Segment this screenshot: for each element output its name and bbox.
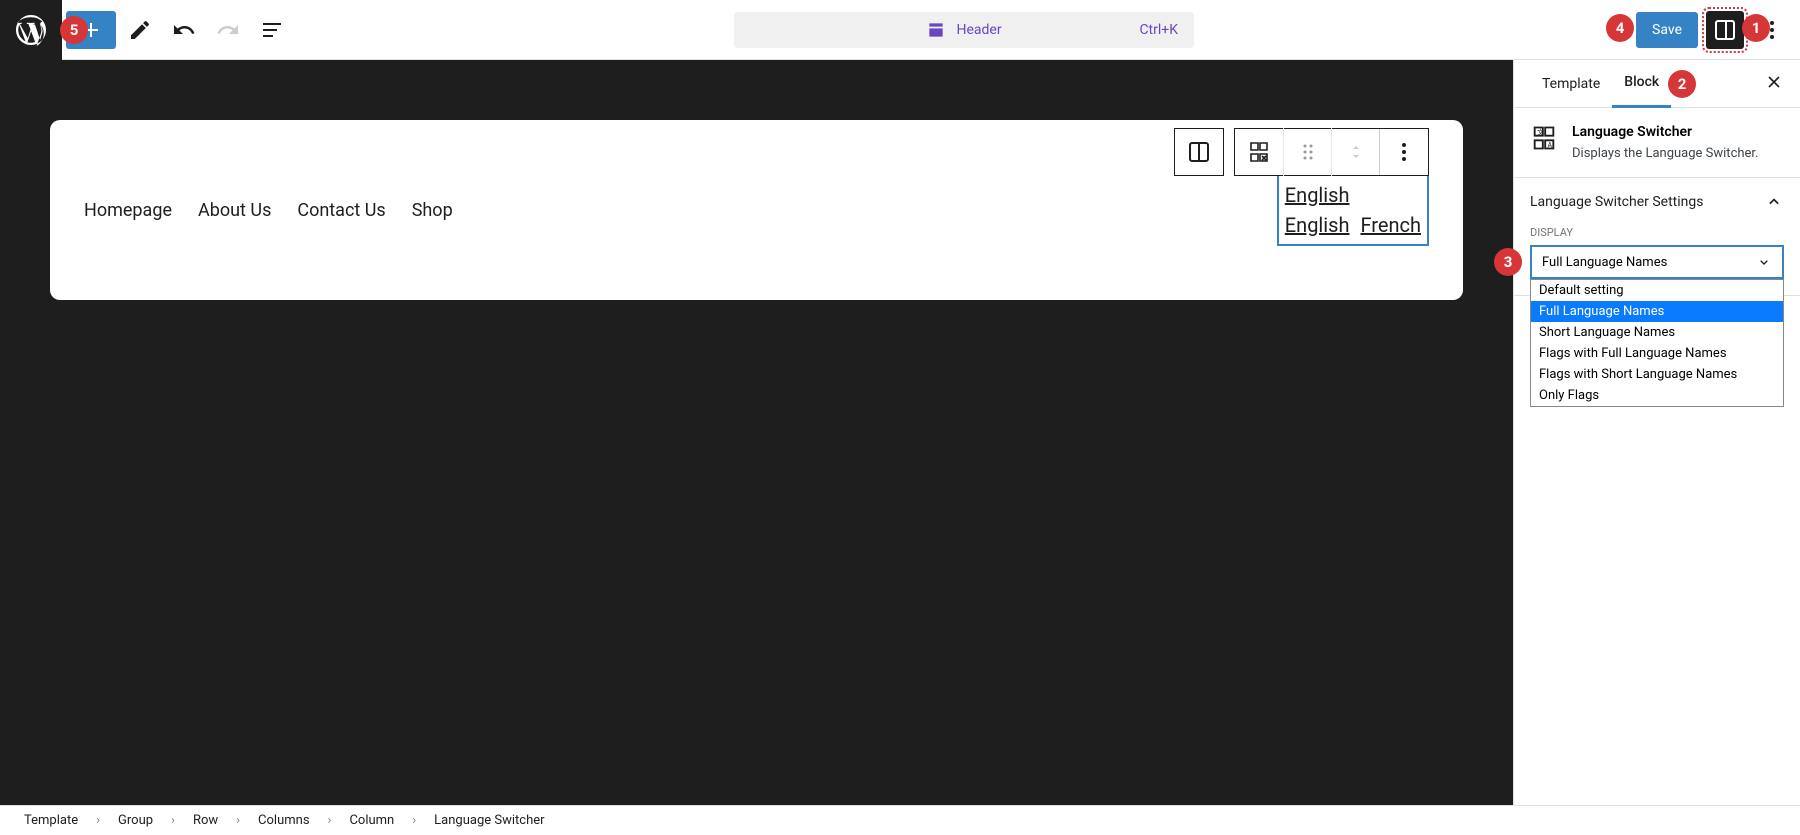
- lang-option[interactable]: French: [1360, 213, 1421, 237]
- block-move-buttons[interactable]: [1331, 128, 1379, 176]
- nav-link[interactable]: Shop: [412, 200, 453, 221]
- callout-3: 3: [1494, 248, 1522, 276]
- tab-block[interactable]: Block: [1612, 60, 1671, 108]
- document-overview-button[interactable]: [252, 10, 292, 50]
- breadcrumb-item[interactable]: Group: [118, 813, 153, 828]
- settings-sidebar: Template Block 2 文A Language Switcher Di…: [1513, 60, 1800, 805]
- breadcrumb-item[interactable]: Columns: [258, 813, 310, 828]
- lang-option[interactable]: English: [1285, 213, 1350, 237]
- header-template-canvas[interactable]: Homepage About Us Contact Us Shop: [50, 120, 1463, 300]
- breadcrumb-item[interactable]: Template: [24, 813, 78, 828]
- undo-button[interactable]: [164, 10, 204, 50]
- language-switcher-block[interactable]: English English French: [1277, 174, 1429, 246]
- panel-body: DISPLAY 3 Full Language Names Default se…: [1514, 226, 1800, 295]
- chevron-up-icon: [1764, 192, 1784, 212]
- lang-option[interactable]: English: [1285, 180, 1350, 210]
- chevron-down-icon: [1756, 254, 1772, 270]
- callout-2: 2: [1668, 70, 1696, 98]
- block-drag-handle[interactable]: [1283, 128, 1331, 176]
- save-button[interactable]: Save: [1636, 12, 1698, 48]
- document-title-bar[interactable]: Header Ctrl+K: [734, 12, 1194, 48]
- display-field-label: DISPLAY: [1530, 226, 1784, 239]
- sidebar-tabs: Template Block 2: [1514, 60, 1800, 108]
- dropdown-option[interactable]: Default setting: [1531, 280, 1783, 301]
- block-parent-button[interactable]: [1175, 128, 1223, 176]
- dropdown-option[interactable]: Short Language Names: [1531, 322, 1783, 343]
- settings-button[interactable]: [1706, 11, 1744, 49]
- callout-4: 4: [1606, 14, 1634, 42]
- breadcrumb-separator: ›: [328, 813, 332, 828]
- navigation-links: Homepage About Us Contact Us Shop: [84, 200, 453, 221]
- svg-text:文: 文: [1537, 128, 1544, 137]
- display-dropdown: Default setting Full Language Names Shor…: [1530, 279, 1784, 407]
- svg-text:A: A: [1548, 141, 1553, 149]
- panel-toggle[interactable]: Language Switcher Settings: [1514, 178, 1800, 226]
- nav-link[interactable]: Homepage: [84, 200, 172, 221]
- breadcrumb-item[interactable]: Row: [193, 813, 218, 828]
- block-description: Displays the Language Switcher.: [1572, 146, 1758, 161]
- callout-1: 1: [1742, 14, 1770, 42]
- breadcrumb-separator: ›: [412, 813, 416, 828]
- select-value: Full Language Names: [1542, 255, 1667, 270]
- block-more-options[interactable]: [1380, 128, 1428, 176]
- dropdown-option[interactable]: Full Language Names: [1531, 301, 1783, 322]
- nav-link[interactable]: Contact Us: [297, 200, 385, 221]
- header-icon: [926, 20, 946, 40]
- main-area: Homepage About Us Contact Us Shop: [0, 60, 1800, 805]
- add-block-button[interactable]: 5: [66, 11, 116, 49]
- block-name: Language Switcher: [1572, 124, 1758, 140]
- display-select[interactable]: Full Language Names: [1530, 245, 1784, 279]
- breadcrumb-separator: ›: [171, 813, 175, 828]
- nav-link[interactable]: About Us: [198, 200, 271, 221]
- block-summary: 文A Language Switcher Displays the Langua…: [1514, 108, 1800, 178]
- breadcrumb: Template › Group › Row › Columns › Colum…: [0, 805, 1800, 835]
- top-toolbar: 5 Header Ctrl+K 4 Sav: [0, 0, 1800, 60]
- breadcrumb-separator: ›: [236, 813, 240, 828]
- editor-canvas-wrap: Homepage About Us Contact Us Shop: [0, 60, 1513, 805]
- panel-title: Language Switcher Settings: [1530, 194, 1703, 210]
- dropdown-option[interactable]: Flags with Short Language Names: [1531, 364, 1783, 385]
- dropdown-option[interactable]: Flags with Full Language Names: [1531, 343, 1783, 364]
- document-title: Header: [956, 22, 1001, 38]
- wordpress-logo[interactable]: [0, 0, 62, 60]
- block-toolbar: [1174, 128, 1429, 176]
- breadcrumb-item[interactable]: Column: [349, 813, 394, 828]
- close-sidebar-button[interactable]: [1764, 72, 1784, 96]
- breadcrumb-separator: ›: [96, 813, 100, 828]
- shortcut-hint: Ctrl+K: [1139, 22, 1178, 38]
- language-switcher-icon: 文A: [1530, 124, 1558, 152]
- tools-button[interactable]: [120, 10, 160, 50]
- block-icon-button[interactable]: [1235, 128, 1283, 176]
- callout-5: 5: [60, 16, 88, 44]
- tab-template[interactable]: Template: [1530, 60, 1612, 108]
- redo-button[interactable]: [208, 10, 248, 50]
- dropdown-option[interactable]: Only Flags: [1531, 385, 1783, 406]
- breadcrumb-item[interactable]: Language Switcher: [434, 813, 544, 828]
